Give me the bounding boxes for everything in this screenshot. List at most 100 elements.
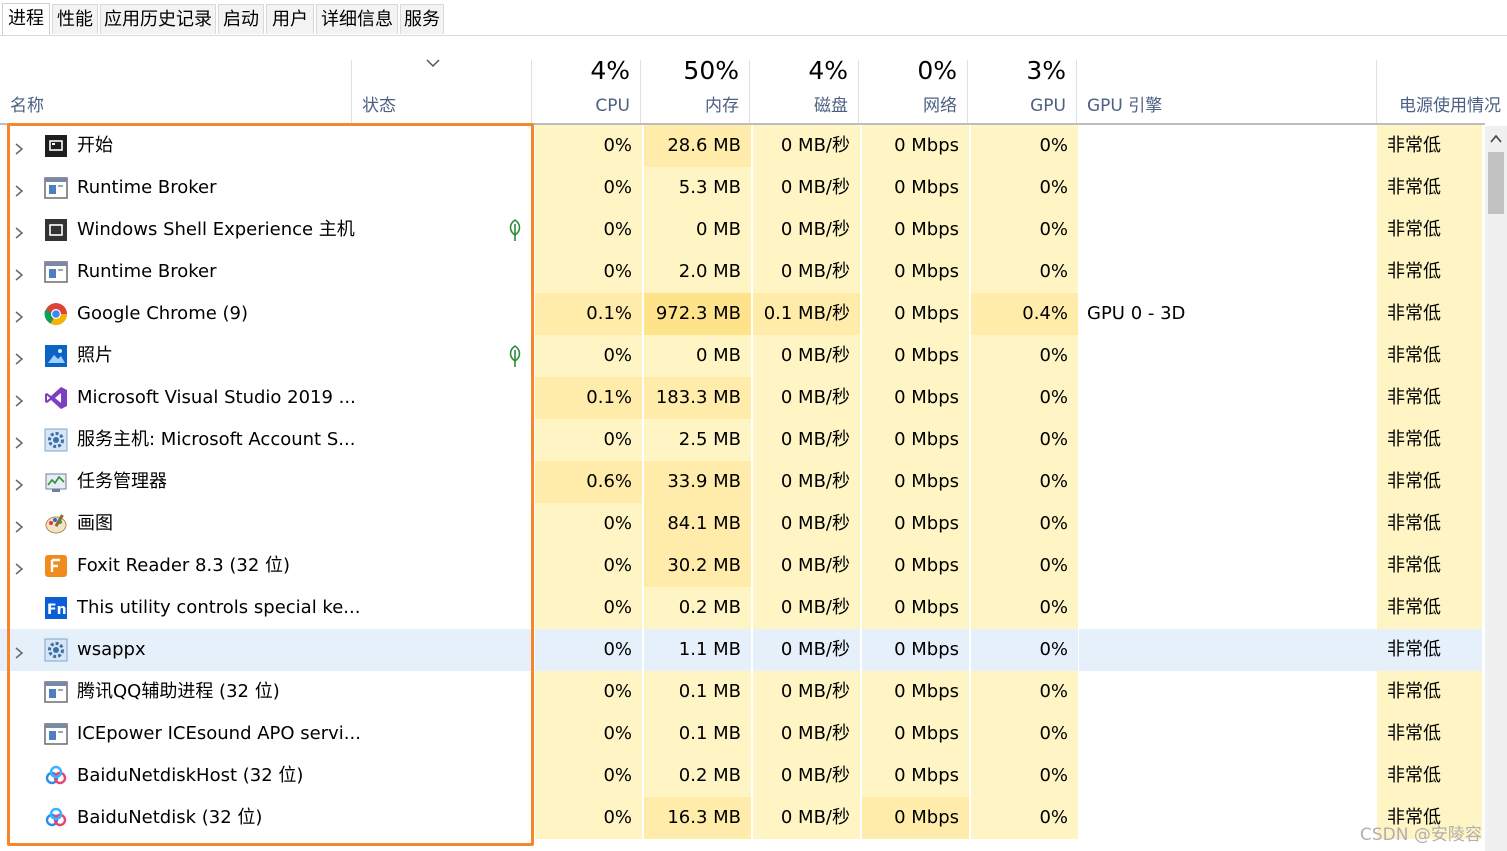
tab-processes[interactable]: 进程 — [2, 3, 50, 35]
tab-users[interactable]: 用户 — [266, 4, 314, 34]
power-usage-value: 非常低 — [1387, 681, 1441, 702]
power-usage-value: 非常低 — [1387, 177, 1441, 198]
chevron-right-icon[interactable] — [13, 476, 25, 491]
table-row[interactable]: 开始 0% 28.6 MB 0 MB/秒 0 Mbps 0% 非常低 — [0, 125, 1483, 167]
net-value: 0 Mbps — [894, 597, 959, 618]
process-name: 照片 — [77, 345, 113, 366]
visual-studio-icon — [44, 386, 68, 410]
table-row[interactable]: Fn This utility controls special ke... 0% 0… — [0, 587, 1483, 629]
tab-startup[interactable]: 启动 — [218, 4, 264, 34]
tab-app-history[interactable]: 应用历史记录 — [100, 4, 216, 34]
process-name: wsappx — [77, 639, 146, 660]
column-header-gpu-engine[interactable]: GPU 引擎 — [1077, 60, 1377, 124]
sort-chevron-down-icon[interactable] — [426, 58, 440, 68]
process-name: BaiduNetdisk (32 位) — [77, 807, 263, 828]
app-window-icon — [44, 260, 68, 284]
column-gpu-engine-label: GPU 引擎 — [1087, 96, 1163, 116]
tab-performance[interactable]: 性能 — [52, 4, 98, 34]
chevron-right-icon[interactable] — [13, 308, 25, 323]
table-row[interactable]: Runtime Broker 0% 2.0 MB 0 MB/秒 0 Mbps 0% 非常低 — [0, 251, 1483, 293]
gpu-value: 0% — [1039, 387, 1068, 408]
table-row[interactable]: Google Chrome (9) 0.1% 972.3 MB 0.1 MB/秒 0 M… — [0, 293, 1483, 335]
process-name: ICEpower ICEsound APO servi... — [77, 723, 361, 744]
tab-details[interactable]: 详细信息 — [316, 4, 398, 34]
column-header-power[interactable]: 电源使用情况 — [1377, 60, 1507, 124]
chevron-right-icon[interactable] — [13, 644, 25, 659]
table-row[interactable]: Windows Shell Experience 主机 0% 0 MB 0 MB/秒 0… — [0, 209, 1483, 251]
mem-value: 183.3 MB — [655, 387, 741, 408]
chevron-right-icon[interactable] — [13, 224, 25, 239]
column-header-network[interactable]: 0% 网络 — [859, 56, 968, 124]
table-row[interactable]: 画图 0% 84.1 MB 0 MB/秒 0 Mbps 0% 非常低 — [0, 503, 1483, 545]
baidu-netdisk-icon — [44, 764, 68, 788]
table-row[interactable]: ICEpower ICEsound APO servi... 0% 0.1 MB 0 … — [0, 713, 1483, 755]
gpu-value: 0% — [1039, 555, 1068, 576]
power-usage-value: 非常低 — [1387, 765, 1441, 786]
mem-value: 5.3 MB — [678, 177, 741, 198]
power-usage-value: 非常低 — [1387, 219, 1441, 240]
chevron-right-icon[interactable] — [13, 182, 25, 197]
table-row[interactable]: 任务管理器 0.6% 33.9 MB 0 MB/秒 0 Mbps 0% 非常低 — [0, 461, 1483, 503]
table-row[interactable]: 照片 0% 0 MB 0 MB/秒 0 Mbps 0% 非常低 — [0, 335, 1483, 377]
power-usage-value: 非常低 — [1387, 303, 1441, 324]
disk-value: 0.1 MB/秒 — [763, 303, 850, 324]
mem-value: 972.3 MB — [655, 303, 741, 324]
tab-services[interactable]: 服务 — [400, 4, 444, 34]
net-value: 0 Mbps — [894, 261, 959, 282]
gpu-value: 0% — [1039, 345, 1068, 366]
vertical-scrollbar[interactable] — [1485, 126, 1507, 851]
cpu-value: 0.1% — [586, 303, 632, 324]
process-name: Runtime Broker — [77, 177, 217, 198]
tab-bar: 进程 性能 应用历史记录 启动 用户 详细信息 服务 — [0, 0, 1507, 36]
chrome-icon — [44, 302, 68, 326]
disk-value: 0 MB/秒 — [780, 807, 850, 828]
column-header-memory[interactable]: 50% 内存 — [641, 56, 750, 124]
mem-value: 33.9 MB — [667, 471, 741, 492]
column-header-gpu[interactable]: 3% GPU — [968, 56, 1077, 124]
table-row[interactable]: Microsoft Visual Studio 2019 ... 0.1% 183.… — [0, 377, 1483, 419]
chevron-right-icon[interactable] — [13, 266, 25, 281]
disk-value: 0 MB/秒 — [780, 597, 850, 618]
scrollbar-thumb[interactable] — [1488, 152, 1504, 214]
scroll-up-icon[interactable] — [1490, 134, 1502, 144]
column-header-cpu[interactable]: 4% CPU — [532, 56, 641, 124]
power-usage-value: 非常低 — [1387, 471, 1441, 492]
column-header-status[interactable]: 状态 — [352, 60, 532, 124]
gpu-value: 0% — [1039, 471, 1068, 492]
cpu-value: 0.6% — [586, 471, 632, 492]
process-name: 服务主机: Microsoft Account S... — [77, 429, 356, 450]
chevron-right-icon[interactable] — [13, 518, 25, 533]
chevron-right-icon[interactable] — [13, 140, 25, 155]
disk-total-percent: 4% — [808, 56, 848, 85]
disk-value: 0 MB/秒 — [780, 345, 850, 366]
gpu-engine-value: GPU 0 - 3D — [1087, 303, 1186, 324]
chevron-right-icon[interactable] — [13, 560, 25, 575]
net-value: 0 Mbps — [894, 639, 959, 660]
table-row[interactable]: 服务主机: Microsoft Account S... 0% 2.5 MB 0 MB… — [0, 419, 1483, 461]
chevron-right-icon[interactable] — [13, 350, 25, 365]
table-row[interactable]: 腾讯QQ辅助进程 (32 位) 0% 0.1 MB 0 MB/秒 0 Mbps 0% 非常低 — [0, 671, 1483, 713]
column-header-disk[interactable]: 4% 磁盘 — [750, 56, 859, 124]
column-header-name[interactable]: 名称 — [0, 60, 352, 124]
cpu-value: 0% — [603, 261, 632, 282]
table-row[interactable]: wsappx 0% 1.1 MB 0 MB/秒 0 Mbps 0% 非常低 — [0, 629, 1483, 671]
net-value: 0 Mbps — [894, 513, 959, 534]
table-row[interactable]: BaiduNetdisk (32 位) 0% 16.3 MB 0 MB/秒 0 Mbps… — [0, 797, 1483, 839]
net-value: 0 Mbps — [894, 429, 959, 450]
table-row[interactable]: Runtime Broker 0% 5.3 MB 0 MB/秒 0 Mbps 0% 非常低 — [0, 167, 1483, 209]
mem-value: 0.1 MB — [678, 723, 741, 744]
disk-value: 0 MB/秒 — [780, 177, 850, 198]
gpu-value: 0% — [1039, 177, 1068, 198]
chevron-right-icon[interactable] — [13, 434, 25, 449]
mem-value: 2.0 MB — [678, 261, 741, 282]
disk-value: 0 MB/秒 — [780, 135, 850, 156]
disk-value: 0 MB/秒 — [780, 471, 850, 492]
table-row[interactable]: Foxit Reader 8.3 (32 位) 0% 30.2 MB 0 MB/秒 0 … — [0, 545, 1483, 587]
chevron-right-icon[interactable] — [13, 392, 25, 407]
column-memory-label: 内存 — [705, 96, 739, 116]
net-value: 0 Mbps — [894, 345, 959, 366]
net-value: 0 Mbps — [894, 723, 959, 744]
table-row[interactable]: BaiduNetdiskHost (32 位) 0% 0.2 MB 0 MB/秒 0 M… — [0, 755, 1483, 797]
disk-value: 0 MB/秒 — [780, 513, 850, 534]
gpu-value: 0% — [1039, 765, 1068, 786]
